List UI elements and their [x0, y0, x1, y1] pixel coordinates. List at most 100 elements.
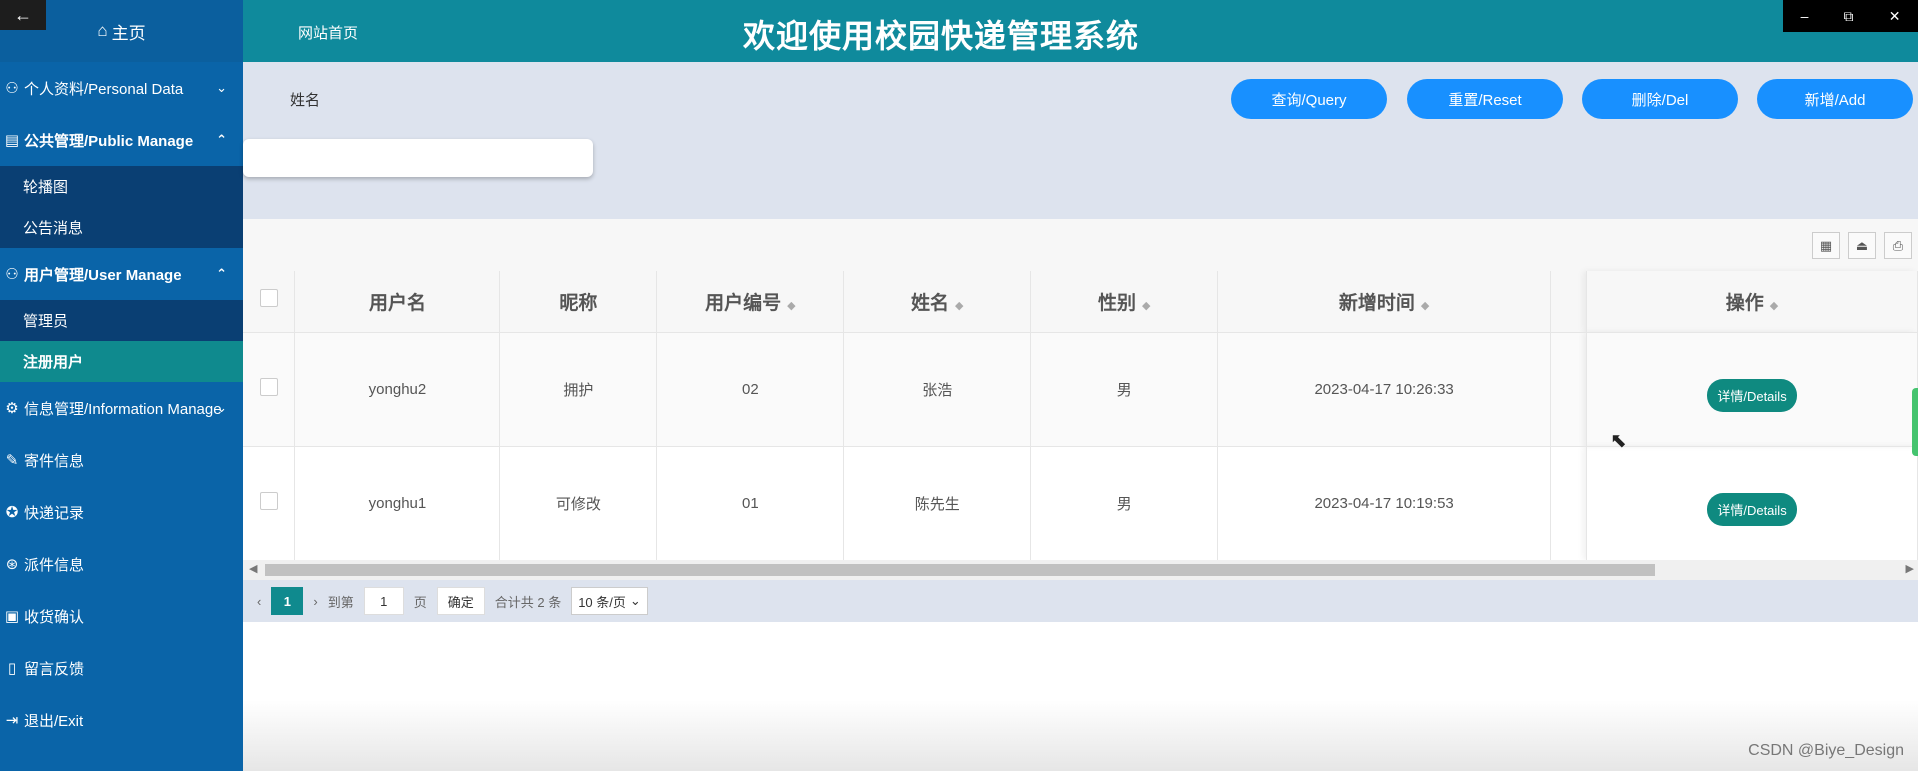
print-icon[interactable]: ⎙: [1884, 232, 1912, 259]
table-tools: ▦ ⏏ ⎙: [1812, 232, 1912, 259]
sidebar-item-label: 退出/Exit: [24, 712, 84, 730]
chevron-down-icon: ⌄: [216, 80, 227, 95]
sidebar-item-label: 信息管理/Information Manage: [24, 400, 222, 418]
cell-nickname: 可修改: [499, 446, 658, 561]
sidebar-item-public-manage[interactable]: ▤ 公共管理/Public Manage ⌃: [0, 114, 243, 166]
details-button[interactable]: 详情/Details: [1707, 492, 1797, 526]
header-spacer: [1550, 271, 1588, 333]
search-area: 姓名 查询/Query 重置/Reset 删除/Del 新增/Add: [243, 62, 1918, 219]
goto-confirm-button[interactable]: 确定: [436, 587, 485, 615]
add-button[interactable]: 新增/Add: [1757, 79, 1913, 119]
sidebar-item-send-info[interactable]: ✎ 寄件信息: [0, 434, 243, 486]
back-arrow-icon[interactable]: ←: [0, 0, 46, 30]
sidebar-item-carousel[interactable]: 轮播图: [0, 166, 243, 207]
sidebar-item-user-manage[interactable]: ⚇ 用户管理/User Manage ⌃: [0, 248, 243, 300]
sidebar-item-label: 用户管理/User Manage: [24, 266, 182, 284]
sidebar-item-label: 留言反馈: [24, 660, 85, 678]
sidebar-item-admin[interactable]: 管理员: [0, 300, 243, 341]
sidebar-item-exit[interactable]: ⇥ 退出/Exit: [0, 694, 243, 746]
pen-icon: ✎: [5, 452, 19, 469]
table-area: ▦ ⏏ ⎙ 用户名 昵称 用户编号 ◆ 姓名 ◆ 性别 ◆ 新增时间 ◆ 操作 ◆ yon…: [243, 219, 1918, 580]
users-table: 用户名 昵称 用户编号 ◆ 姓名 ◆ 性别 ◆ 新增时间 ◆ 操作 ◆ yonghu2 拥…: [243, 271, 1918, 561]
sort-icon: ◆: [1769, 299, 1779, 312]
mouse-cursor-icon: ⬉: [1610, 430, 1627, 452]
sidebar-item-delivery-info[interactable]: ⊛ 派件信息: [0, 538, 243, 590]
sidebar-item-receipt-confirm[interactable]: ▣ 收货确认: [0, 590, 243, 642]
scroll-left-icon[interactable]: ◀: [249, 562, 257, 575]
sidebar-item-registered-users[interactable]: 注册用户: [0, 341, 243, 382]
minimize-icon[interactable]: –: [1801, 8, 1809, 24]
chevron-up-icon: ⌃: [216, 132, 227, 147]
header-username: 用户名: [294, 271, 501, 333]
goto-page-input[interactable]: 1: [363, 587, 404, 615]
header-select-all[interactable]: [243, 271, 296, 333]
cell-user-number: 01: [656, 446, 845, 561]
cell-username: yonghu1: [294, 446, 501, 561]
sidebar-item-information-manage[interactable]: ⚙ 信息管理/Information Manage ⌄: [0, 382, 243, 434]
cell-actions: 详情/Details: [1586, 332, 1918, 447]
header-created-time[interactable]: 新增时间 ◆: [1217, 271, 1552, 333]
chevron-down-icon: ⌄: [216, 400, 227, 415]
sidebar-item-express-records[interactable]: ✪ 快递记录: [0, 486, 243, 538]
sidebar-item-label: 寄件信息: [24, 452, 85, 470]
row-checkbox-cell[interactable]: [243, 446, 296, 561]
horizontal-scrollbar[interactable]: ◀ ▶: [243, 560, 1918, 580]
sidebar-item-announcements[interactable]: 公告消息: [0, 207, 243, 248]
scrollbar-thumb[interactable]: [265, 564, 1655, 576]
exit-icon: ⇥: [5, 712, 19, 729]
query-button[interactable]: 查询/Query: [1231, 79, 1387, 119]
table-row[interactable]: yonghu1 可修改 01 陈先生 男 2023-04-17 10:19:53…: [243, 446, 1918, 561]
sidebar: ← ⌂ 主页 ⚇ 个人资料/Personal Data ⌄ ▤ 公共管理/Pub…: [0, 0, 243, 771]
side-tab[interactable]: [1912, 388, 1918, 456]
prev-page-icon[interactable]: ‹: [257, 594, 261, 609]
columns-icon[interactable]: ▦: [1812, 232, 1840, 259]
delete-button[interactable]: 删除/Del: [1582, 79, 1738, 119]
badge-icon: ✪: [5, 504, 19, 521]
sort-icon: ◆: [1141, 299, 1151, 312]
message-icon: ▤: [4, 132, 20, 149]
goto-label: 到第: [327, 594, 354, 610]
restore-icon[interactable]: ⧉: [1844, 8, 1854, 25]
website-home-link[interactable]: 网站首页: [298, 22, 358, 43]
page-size-value: 10 条/页: [578, 594, 626, 610]
header-user-number[interactable]: 用户编号 ◆: [656, 271, 845, 333]
book-icon: ▯: [7, 660, 17, 677]
table-row[interactable]: yonghu2 拥护 02 张浩 男 2023-04-17 10:26:33 详…: [243, 332, 1918, 447]
details-button[interactable]: 详情/Details: [1707, 378, 1797, 412]
sidebar-item-label: 快递记录: [24, 504, 85, 522]
chevron-down-icon: ⌄: [629, 593, 641, 608]
sidebar-submenu-users: 管理员 注册用户: [0, 300, 243, 382]
page-number-current[interactable]: 1: [271, 587, 304, 615]
cell-username: yonghu2: [294, 332, 501, 447]
sidebar-item-feedback[interactable]: ▯ 留言反馈: [0, 642, 243, 694]
sidebar-item-label: 派件信息: [24, 556, 85, 574]
export-icon[interactable]: ⏏: [1848, 232, 1876, 259]
header-name[interactable]: 姓名 ◆: [843, 271, 1032, 333]
row-checkbox-cell[interactable]: [243, 332, 296, 447]
header-gender[interactable]: 性别 ◆: [1030, 271, 1219, 333]
close-icon[interactable]: ✕: [1889, 8, 1901, 25]
cell-created-time: 2023-04-17 10:19:53: [1217, 446, 1552, 561]
cell-created-time: 2023-04-17 10:26:33: [1217, 332, 1552, 447]
cell-user-number: 02: [656, 332, 845, 447]
reset-button[interactable]: 重置/Reset: [1407, 79, 1563, 119]
next-page-icon[interactable]: ›: [313, 594, 317, 609]
sidebar-item-label: 个人资料/Personal Data: [24, 80, 184, 98]
sort-icon: ◆: [787, 299, 796, 312]
checkbox[interactable]: [259, 492, 278, 510]
header-actions[interactable]: 操作 ◆: [1586, 271, 1918, 333]
checkbox[interactable]: [259, 378, 278, 396]
dots-icon: ⊛: [5, 556, 19, 573]
checkbox[interactable]: [259, 289, 278, 308]
cell-actions: 详情/Details: [1586, 446, 1918, 561]
window-controls: – ⧉ ✕: [1783, 0, 1918, 32]
sidebar-item-personal-data[interactable]: ⚇ 个人资料/Personal Data ⌄: [0, 62, 243, 114]
users-icon: ⚇: [5, 266, 19, 283]
cell-name: 张浩: [843, 332, 1032, 447]
scroll-right-icon[interactable]: ▶: [1906, 562, 1914, 575]
bottom-fade: [243, 700, 1918, 771]
page-unit-label: 页: [413, 594, 427, 610]
name-search-input[interactable]: [243, 139, 593, 177]
page-size-select[interactable]: 10 条/页 ⌄: [571, 587, 648, 615]
sidebar-home[interactable]: ⌂ 主页: [97, 19, 145, 44]
